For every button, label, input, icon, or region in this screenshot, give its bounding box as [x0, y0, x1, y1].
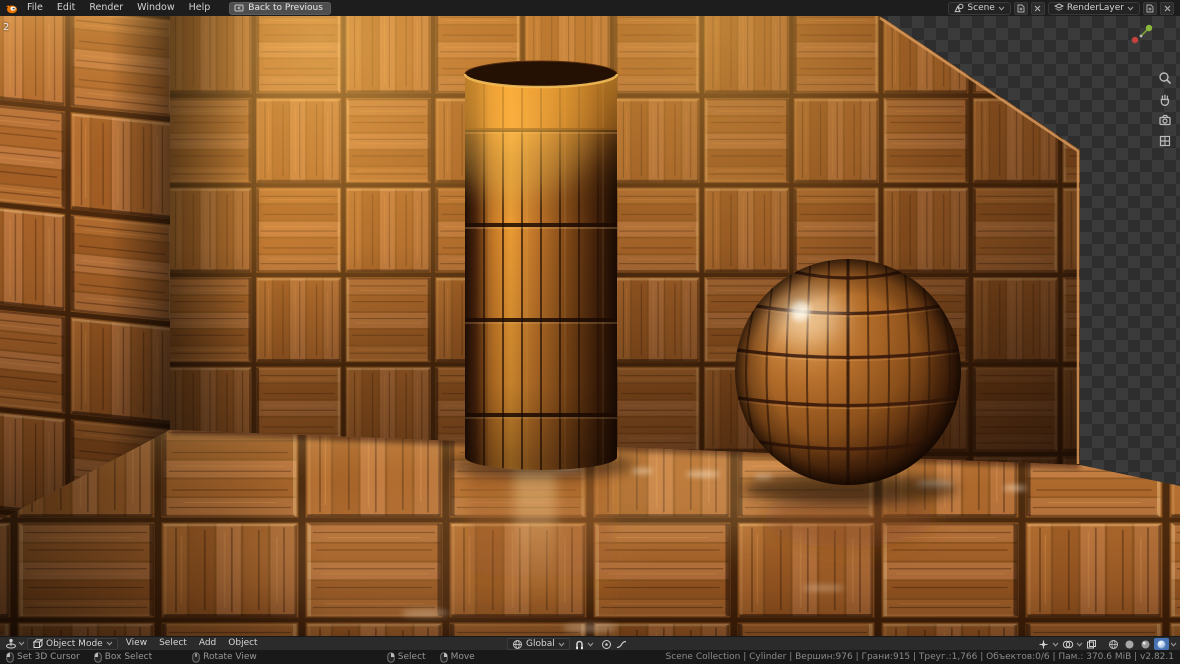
shading-solid-button[interactable] — [1122, 638, 1137, 650]
chevron-down-icon — [106, 641, 113, 646]
gizmo-axes-icon — [1038, 639, 1049, 650]
menu-window[interactable]: Window — [130, 0, 181, 16]
hint-select: Select — [387, 652, 426, 663]
hint-box-select: Box Select — [94, 652, 152, 663]
material-sphere-icon — [1140, 639, 1151, 650]
show-gizmo-toggle[interactable] — [1036, 638, 1051, 650]
mouse-middle-icon — [192, 652, 200, 663]
rendered-scene-canvas[interactable] — [0, 16, 1180, 636]
gizmo-dropdown-chevron-icon[interactable] — [1052, 642, 1059, 647]
zoom-icon[interactable] — [1157, 70, 1173, 86]
viewport-side-tools — [1157, 70, 1173, 149]
scene-new-button[interactable] — [1014, 2, 1028, 15]
mode-label: Object Mode — [46, 639, 103, 649]
hint-label: Box Select — [105, 652, 152, 662]
viewlayer-new-button[interactable] — [1143, 2, 1157, 15]
xray-icon — [1086, 639, 1097, 650]
mouse-right-icon — [387, 652, 395, 663]
shading-material-button[interactable] — [1138, 638, 1153, 650]
menu-file[interactable]: File — [20, 0, 50, 16]
orthographic-grid-icon[interactable] — [1157, 133, 1173, 149]
orientation-label: Global — [526, 639, 555, 649]
viewlayer-remove-button[interactable] — [1160, 2, 1174, 15]
viewlayer-icon — [1054, 3, 1064, 13]
overlays-icon — [1062, 639, 1074, 650]
menu-help[interactable]: Help — [182, 0, 218, 16]
back-to-previous-button[interactable]: Back to Previous — [229, 2, 331, 15]
snap-dropdown-chevron-icon[interactable] — [587, 642, 594, 647]
menu-object[interactable]: Object — [222, 637, 263, 650]
viewport-header: Object Mode View Select Add Object Globa… — [0, 636, 1180, 650]
rendered-sphere-icon — [1156, 639, 1167, 650]
shading-dropdown-chevron-icon[interactable] — [1170, 642, 1177, 647]
menu-view[interactable]: View — [120, 637, 153, 650]
menu-edit[interactable]: Edit — [50, 0, 82, 16]
scene-icon — [954, 3, 964, 13]
shading-wireframe-button[interactable] — [1106, 638, 1121, 650]
wireframe-sphere-icon — [1108, 639, 1119, 650]
back-screen-icon — [234, 4, 244, 13]
blender-logo-icon[interactable] — [4, 1, 18, 15]
scene-statistics: Scene Collection | Cylinder | Вершин:976… — [666, 652, 1174, 662]
menu-render[interactable]: Render — [82, 0, 130, 16]
mouse-left-icon — [6, 652, 14, 663]
viewport-overlay-number: 2 — [3, 22, 9, 33]
falloff-curve-icon — [616, 640, 627, 649]
hint-label: Set 3D Cursor — [17, 652, 80, 662]
hint-rotate-view: Rotate View — [192, 652, 257, 663]
viewlayer-selector[interactable]: RenderLayer — [1048, 2, 1140, 15]
menu-select[interactable]: Select — [153, 637, 193, 650]
globe-icon — [512, 639, 523, 650]
overlays-dropdown-chevron-icon[interactable] — [1076, 642, 1083, 647]
magnet-icon — [574, 639, 585, 650]
xray-toggle[interactable] — [1084, 638, 1099, 650]
navigation-gizmo[interactable] — [1128, 22, 1154, 48]
chevron-down-icon — [998, 6, 1005, 11]
menu-add[interactable]: Add — [193, 637, 222, 650]
shading-rendered-button[interactable] — [1154, 638, 1169, 650]
mouse-left-drag-icon — [94, 652, 102, 663]
back-button-label: Back to Previous — [248, 3, 323, 13]
editor-type-button[interactable] — [3, 638, 18, 650]
scene-name: Scene — [967, 3, 994, 13]
chevron-down-icon — [1127, 6, 1134, 11]
proportional-circle-icon — [601, 639, 612, 650]
hint-set-3d-cursor: Set 3D Cursor — [6, 652, 80, 663]
pan-hand-icon[interactable] — [1157, 91, 1173, 107]
scene-unlink-button[interactable] — [1031, 2, 1045, 15]
camera-view-icon[interactable] — [1157, 112, 1173, 128]
hint-label: Move — [451, 652, 475, 662]
status-bar: Set 3D Cursor Box Select Rotate View Sel… — [0, 650, 1180, 664]
hint-label: Select — [398, 652, 426, 662]
mouse-right-drag-icon — [440, 652, 448, 663]
viewport-3d[interactable]: 2 — [0, 16, 1180, 636]
show-overlays-toggle[interactable] — [1060, 638, 1075, 650]
transform-orientation-dropdown[interactable]: Global — [507, 638, 570, 650]
hint-label: Rotate View — [203, 652, 257, 662]
topbar: File Edit Render Window Help Back to Pre… — [0, 0, 1180, 16]
proportional-edit-toggle[interactable] — [599, 638, 614, 650]
proportional-falloff-button[interactable] — [614, 638, 629, 650]
viewlayer-name: RenderLayer — [1067, 3, 1124, 13]
object-mode-cube-icon — [32, 638, 43, 649]
mode-dropdown[interactable]: Object Mode — [27, 638, 118, 650]
hint-move: Move — [440, 652, 475, 663]
solid-sphere-icon — [1124, 639, 1135, 650]
scene-selector[interactable]: Scene — [948, 2, 1010, 15]
chevron-down-icon[interactable] — [18, 641, 25, 646]
chevron-down-icon — [558, 642, 565, 647]
snap-toggle-button[interactable] — [572, 638, 587, 650]
